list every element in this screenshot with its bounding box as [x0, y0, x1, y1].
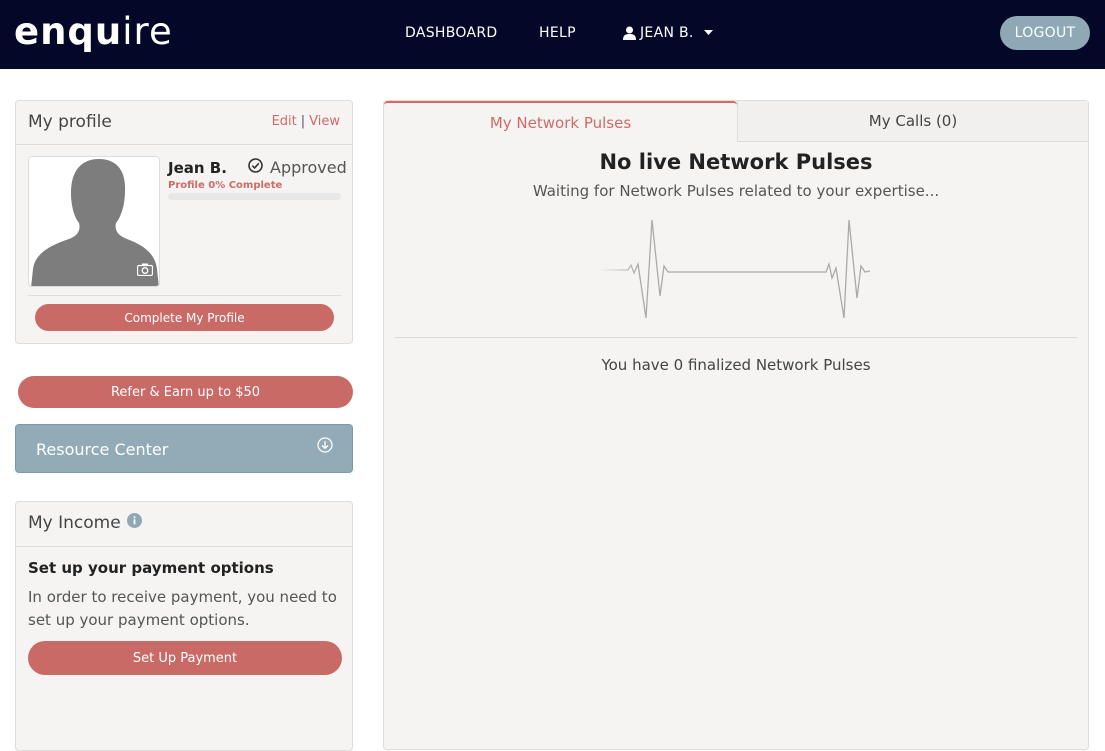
enquire-logo[interactable]: enquire — [14, 10, 173, 54]
profile-header-divider — [16, 144, 352, 145]
logo-thin-part: ire — [122, 10, 173, 53]
logout-button[interactable]: LOGOUT — [1000, 16, 1090, 50]
actions-separator: | — [300, 114, 306, 129]
income-card: My Income Set up your payment options In… — [15, 501, 353, 751]
payment-heading: Set up your payment options — [28, 559, 274, 577]
heartbeat-line-icon — [598, 216, 874, 326]
profile-divider — [28, 295, 341, 296]
logo-bold-part: enqu — [14, 10, 123, 53]
caret-down-icon — [703, 30, 713, 36]
waiting-message: Waiting for Network Pulses related to yo… — [532, 182, 940, 200]
profile-complete-text: Profile 0% Complete — [168, 180, 283, 191]
pulses-tabs: My Network Pulses My Calls (0) — [384, 101, 1088, 142]
arrow-circle-down-icon — [317, 437, 333, 457]
nav-help-link[interactable]: HELP — [539, 24, 576, 42]
camera-icon[interactable] — [136, 261, 154, 280]
approval-status: Approved — [248, 158, 347, 177]
tab-my-network-pulses[interactable]: My Network Pulses — [384, 101, 737, 142]
edit-profile-link[interactable]: Edit — [272, 114, 297, 129]
user-menu-dropdown[interactable]: JEAN B. — [623, 24, 713, 42]
tab-my-calls[interactable]: My Calls (0) — [737, 101, 1088, 142]
setup-payment-button[interactable]: Set Up Payment — [28, 641, 342, 675]
profile-title: My profile — [28, 112, 112, 132]
profile-name: Jean B. — [168, 159, 227, 177]
nav-dashboard-link[interactable]: DASHBOARD — [405, 24, 497, 42]
complete-profile-button[interactable]: Complete My Profile — [35, 304, 334, 331]
resource-center-label: Resource Center — [36, 440, 169, 459]
profile-card: My profile Edit | View Jean B. Approved Pr… — [15, 100, 353, 344]
income-header-divider — [16, 546, 352, 547]
profile-progress-bar — [168, 193, 341, 200]
income-title: My Income — [28, 513, 121, 533]
refer-earn-button[interactable]: Refer & Earn up to $50 — [18, 376, 353, 408]
pulses-divider — [395, 337, 1077, 338]
network-pulses-panel: My Network Pulses My Calls (0) No live N… — [383, 100, 1089, 750]
income-title-row: My Income — [28, 513, 142, 533]
check-circle-icon — [248, 158, 263, 177]
top-navbar: enquire DASHBOARD HELP JEAN B. LOGOUT — [0, 0, 1105, 69]
profile-actions: Edit | View — [272, 114, 340, 129]
avatar[interactable] — [28, 156, 160, 287]
resource-center-panel[interactable]: Resource Center — [15, 424, 353, 473]
finalized-pulses-text: You have 0 finalized Network Pulses — [601, 356, 871, 374]
user-icon — [623, 26, 636, 40]
approval-status-label: Approved — [270, 158, 347, 177]
info-icon[interactable] — [126, 513, 142, 533]
empty-pulses-title: No live Network Pulses — [599, 150, 873, 174]
view-profile-link[interactable]: View — [309, 114, 340, 129]
user-menu-label: JEAN B. — [640, 25, 694, 41]
payment-description: In order to receive payment, you need to… — [28, 588, 337, 629]
